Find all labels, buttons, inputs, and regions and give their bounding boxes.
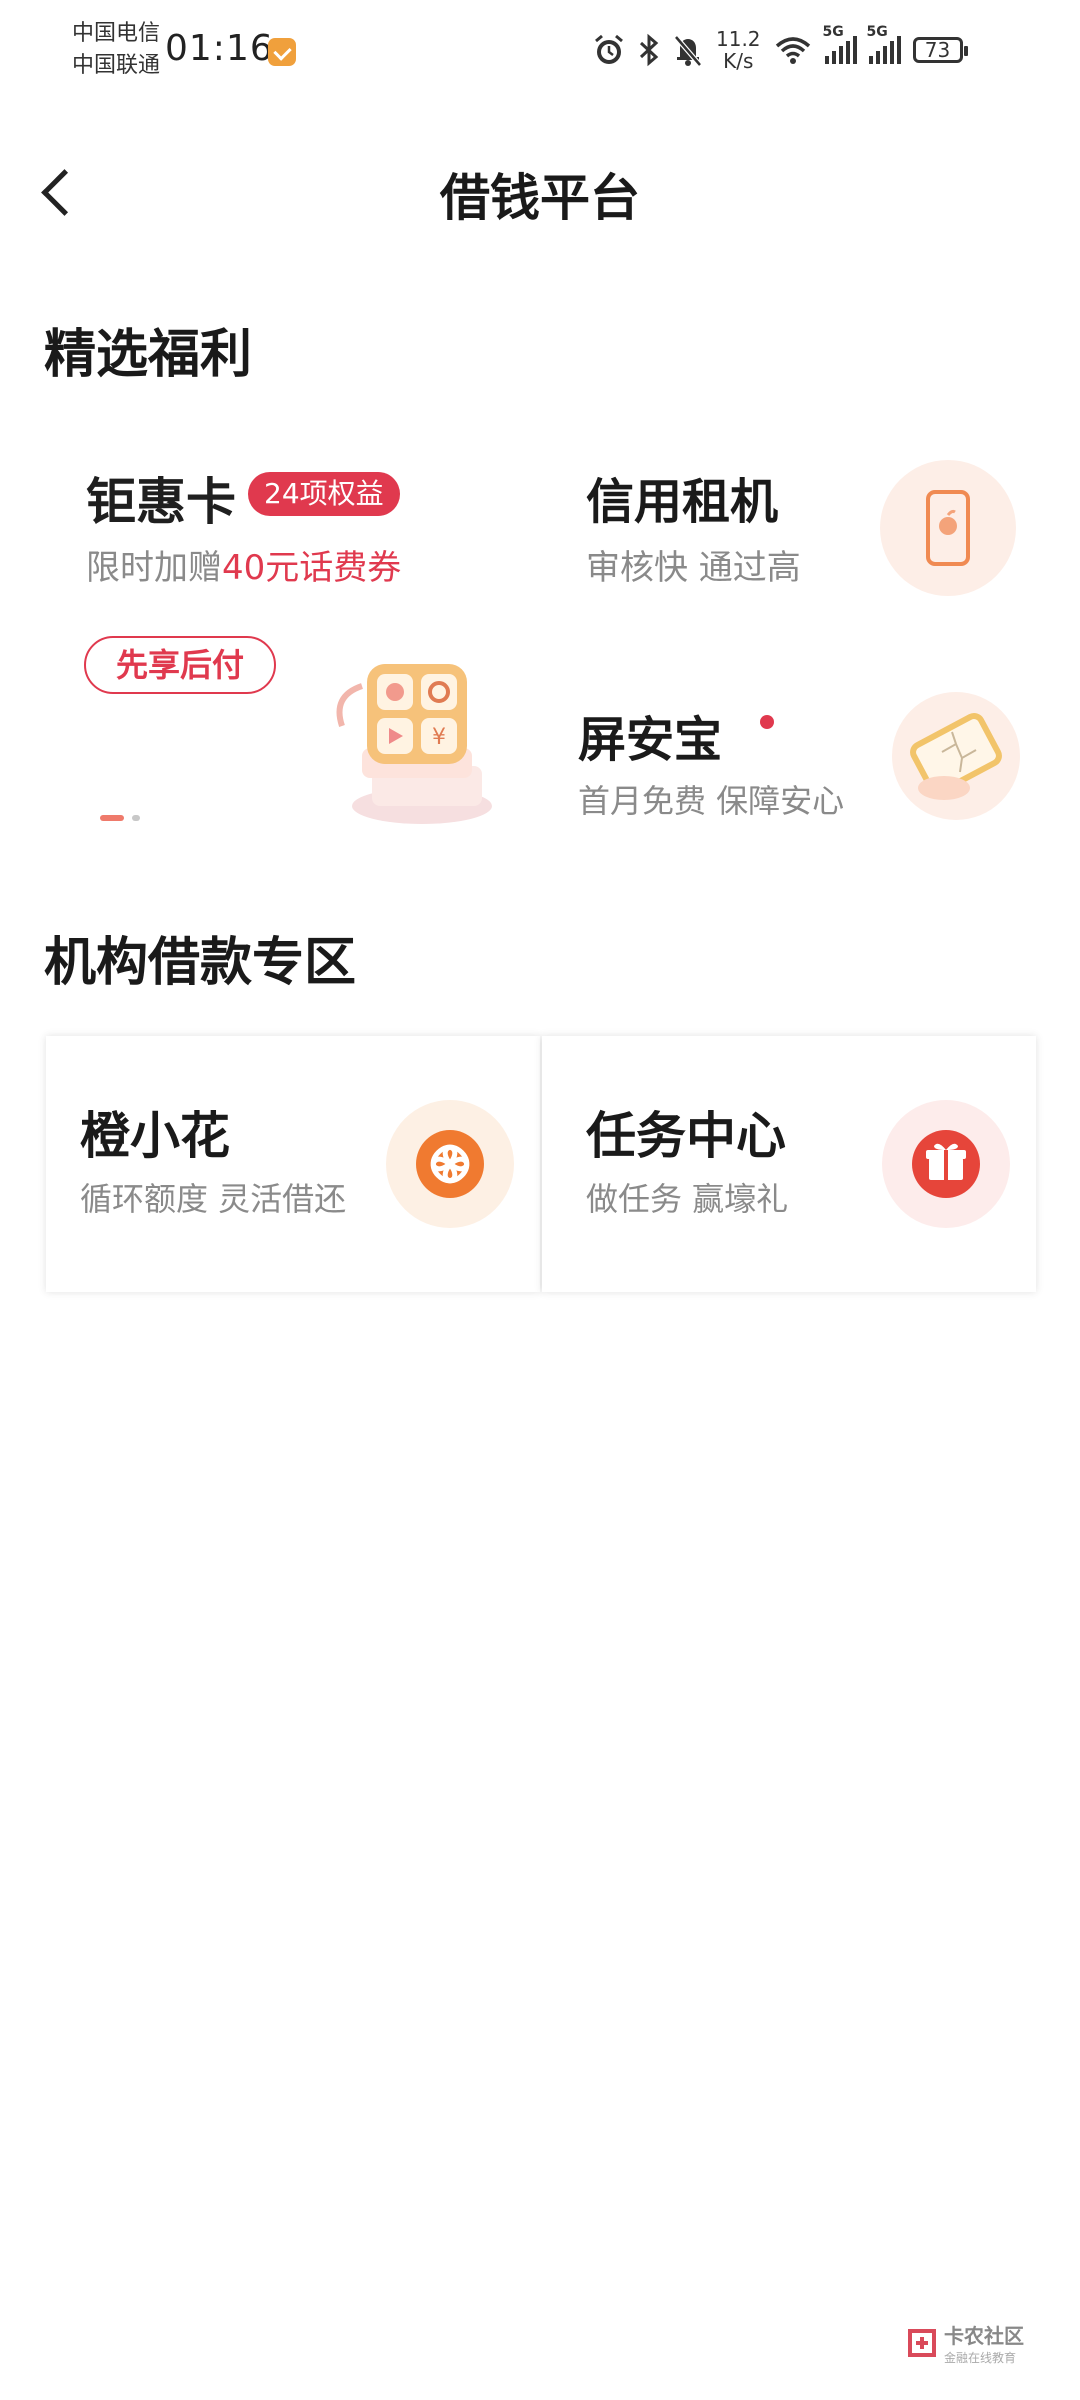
featured-main-subtitle: 限时加赠40元话费券	[86, 540, 401, 589]
page-title: 借钱平台	[440, 169, 640, 227]
svg-text:¥: ¥	[432, 725, 446, 750]
app-notification-icon	[268, 38, 296, 66]
gift-icon	[912, 1130, 980, 1198]
featured-main-tag: 24项权益	[248, 472, 400, 516]
orange-flower-icon	[416, 1130, 484, 1198]
battery-indicator: 73	[912, 37, 968, 63]
cracked-screen-icon	[910, 713, 1002, 800]
notification-dot	[760, 715, 774, 729]
credit-rental-title: 信用租机	[586, 474, 779, 530]
task-center-subtitle: 做任务 赢壕礼	[586, 1180, 789, 1218]
signal-strength-1: 5G	[823, 24, 857, 64]
credit-rental-subtitle: 审核快 通过高	[586, 548, 801, 588]
phone-icon	[926, 490, 970, 566]
watermark-title: 卡农社区	[944, 2324, 1024, 2348]
speed-value: 11.2	[716, 27, 761, 51]
subtitle-highlight: 40元话费券	[222, 548, 402, 588]
signal-2-label: 5G	[866, 24, 888, 40]
signal-strength-2: 5G	[867, 24, 901, 64]
signal-1-label: 5G	[822, 24, 844, 40]
pay-later-button[interactable]: 先享后付	[84, 636, 276, 694]
kanong-logo-icon	[908, 2329, 936, 2357]
loan-card-subtitle: 循环额度 灵活借还	[80, 1180, 347, 1218]
network-speed: 11.2 K/s	[716, 28, 761, 72]
watermark-subtitle: 金融在线教育	[944, 2351, 1017, 2365]
carousel-dot-active	[100, 815, 124, 821]
carousel-dot	[132, 815, 140, 821]
status-icons: 11.2 K/s 5G 5G 73	[592, 22, 968, 78]
loan-section-title: 机构借款专区	[44, 933, 357, 993]
watermark: 卡农社区 金融在线教育	[906, 2320, 1024, 2366]
loan-card-title: 橙小花	[80, 1107, 230, 1165]
featured-section-title: 精选福利	[44, 325, 253, 385]
screen-protection-title: 屏安宝	[578, 712, 723, 768]
mute-icon	[674, 35, 702, 67]
wifi-icon	[775, 37, 810, 64]
gift-icon-bg	[882, 1100, 1010, 1228]
loan-card-chengxiaohua[interactable]: 橙小花 循环额度 灵活借还	[46, 1036, 540, 1292]
carrier-labels: 中国电信 中国联通	[72, 18, 160, 82]
speed-unit: K/s	[723, 49, 754, 73]
phone-icon-bg	[880, 460, 1016, 596]
carousel-dots	[100, 815, 140, 821]
screen-protection-subtitle: 首月免费 保障安心	[578, 782, 845, 820]
carrier-1: 中国电信	[72, 21, 161, 46]
status-time: 01:16	[165, 28, 274, 69]
cracked-screen-icon-bg	[892, 692, 1020, 820]
subtitle-prefix: 限时加赠	[86, 548, 222, 588]
task-center-title: 任务中心	[586, 1107, 786, 1165]
alarm-icon	[595, 34, 623, 64]
featured-main-title: 钜惠卡	[86, 473, 236, 531]
carrier-2: 中国联通	[72, 53, 161, 78]
bluetooth-icon	[639, 33, 659, 67]
orange-flower-icon-bg	[386, 1100, 514, 1228]
loan-card-task-center[interactable]: 任务中心 做任务 赢壕礼	[542, 1036, 1036, 1292]
app-grid-illustration: ¥	[336, 664, 492, 824]
